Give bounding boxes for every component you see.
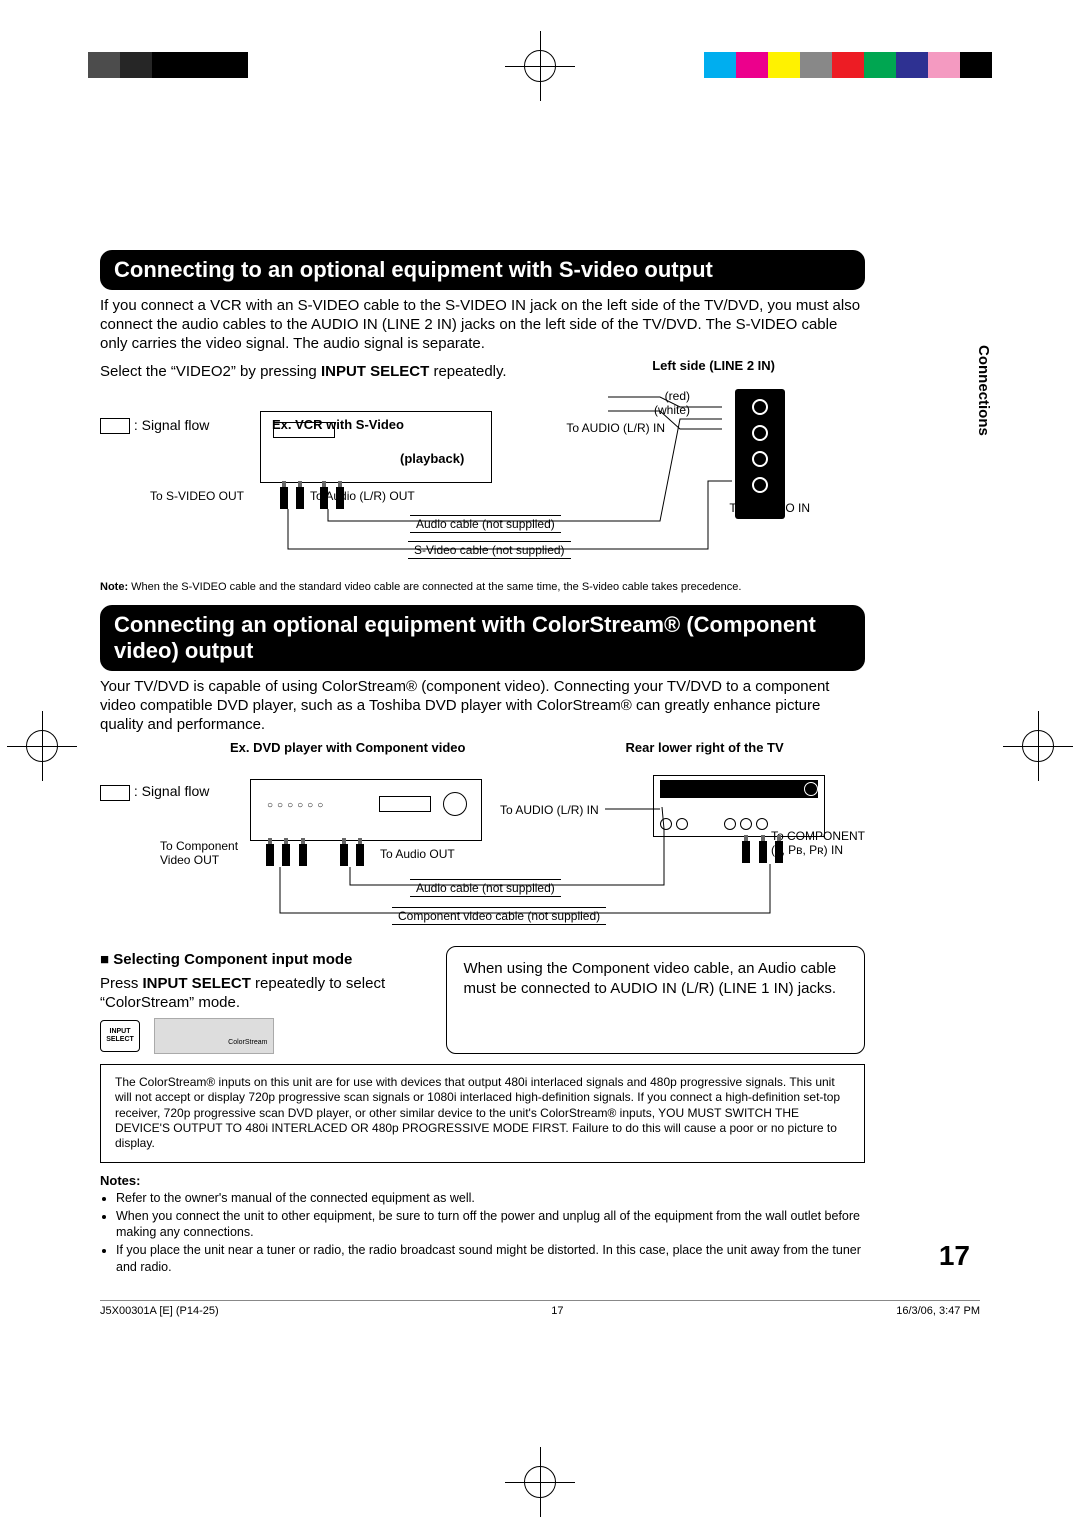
registration-mark-icon bbox=[26, 730, 58, 762]
dvd-label: Ex. DVD player with Component video bbox=[230, 740, 465, 755]
svideo-connection-diagram: : Signal flow Ex. VCR with S-Video (play… bbox=[100, 389, 865, 577]
selecting-header: ■ Selecting Component input mode bbox=[100, 950, 420, 969]
left-side-label: Left side (LINE 2 IN) bbox=[652, 358, 775, 385]
svideo-wiring-lines bbox=[100, 389, 865, 574]
component-audio-callout: When using the Component video cable, an… bbox=[446, 946, 865, 1054]
section-heading-svideo: Connecting to an optional equipment with… bbox=[100, 250, 865, 290]
bw-density-blocks bbox=[88, 52, 248, 78]
note-item: When you connect the unit to other equip… bbox=[116, 1208, 865, 1241]
page-number: 17 bbox=[939, 1240, 970, 1272]
component-connection-diagram: : Signal flow ○○○○○○ bbox=[100, 759, 865, 934]
input-select-button-icon: INPUT SELECT bbox=[100, 1020, 140, 1052]
component-wiring-lines bbox=[100, 759, 865, 934]
footer-timestamp: 16/3/06, 3:47 PM bbox=[896, 1305, 980, 1317]
note-item: If you place the unit near a tuner or ra… bbox=[116, 1242, 865, 1275]
colorstream-compatibility-note: The ColorStream® inputs on this unit are… bbox=[100, 1064, 865, 1163]
notes-list: Refer to the owner's manual of the conne… bbox=[100, 1190, 865, 1275]
rear-panel-label: Rear lower right of the TV bbox=[625, 740, 783, 755]
notes-header: Notes: bbox=[100, 1173, 865, 1188]
footer-page: 17 bbox=[551, 1305, 563, 1317]
registration-mark-icon bbox=[524, 1466, 556, 1498]
note-item: Refer to the owner's manual of the conne… bbox=[116, 1190, 865, 1206]
colorstream-intro: Your TV/DVD is capable of using ColorStr… bbox=[100, 677, 865, 735]
registration-mark-icon bbox=[1022, 730, 1054, 762]
svideo-note: Note: Note: When the S-VIDEO cable and t… bbox=[100, 581, 865, 593]
svideo-intro: If you connect a VCR with an S-VIDEO cab… bbox=[100, 296, 865, 354]
section-tab: Connections bbox=[975, 345, 992, 436]
section-heading-colorstream: Connecting an optional equipment with Co… bbox=[100, 605, 865, 671]
color-registration-blocks bbox=[704, 52, 992, 78]
tv-screen-icon: ColorStream bbox=[154, 1018, 274, 1054]
registration-mark-icon bbox=[524, 50, 556, 82]
footer-bar: J5X00301A [E] (P14-25) 17 16/3/06, 3:47 … bbox=[100, 1300, 980, 1317]
svideo-select-instruction: Select the “VIDEO2” by pressing INPUT SE… bbox=[100, 362, 507, 381]
footer-doc-id: J5X00301A [E] (P14-25) bbox=[100, 1305, 219, 1317]
